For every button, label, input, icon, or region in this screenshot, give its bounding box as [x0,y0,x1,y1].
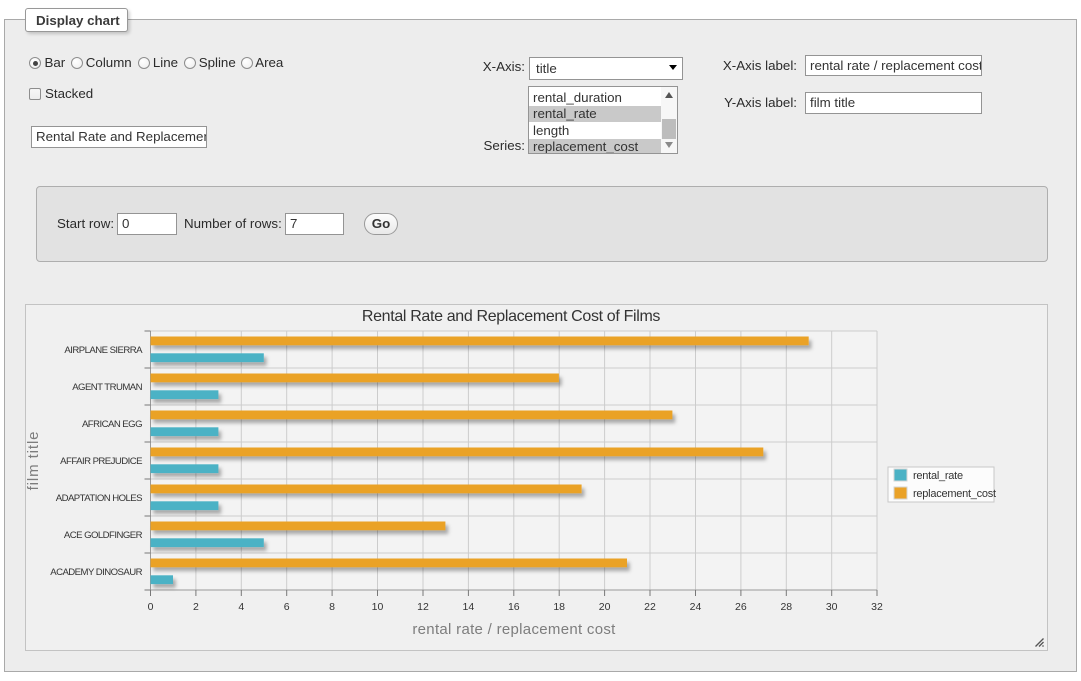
svg-text:8: 8 [329,601,335,613]
svg-text:28: 28 [780,601,792,613]
svg-text:10: 10 [372,601,384,613]
svg-text:16: 16 [508,601,520,613]
svg-text:AFRICAN EGG: AFRICAN EGG [82,419,142,430]
svg-text:18: 18 [553,601,565,613]
svg-text:AFFAIR PREJUDICE: AFFAIR PREJUDICE [60,456,142,467]
svg-text:30: 30 [826,601,838,613]
svg-text:rental_rate: rental_rate [913,470,963,482]
svg-text:ACE GOLDFINGER: ACE GOLDFINGER [64,530,143,541]
svg-text:26: 26 [735,601,747,613]
svg-text:film title: film title [25,431,42,491]
svg-text:22: 22 [644,601,656,613]
svg-text:6: 6 [284,601,290,613]
svg-text:AIRPLANE SIERRA: AIRPLANE SIERRA [64,345,143,356]
svg-text:AGENT TRUMAN: AGENT TRUMAN [72,382,142,393]
svg-text:ACADEMY DINOSAUR: ACADEMY DINOSAUR [50,567,142,578]
svg-text:rental rate / replacement cost: rental rate / replacement cost [412,621,616,638]
svg-text:20: 20 [599,601,611,613]
svg-text:replacement_cost: replacement_cost [913,488,996,500]
svg-text:12: 12 [417,601,429,613]
svg-text:0: 0 [148,601,154,613]
svg-text:Rental Rate and Replacement Co: Rental Rate and Replacement Cost of Film… [362,308,661,325]
svg-text:32: 32 [871,601,883,613]
svg-text:24: 24 [690,601,702,613]
svg-text:4: 4 [238,601,244,613]
svg-text:2: 2 [193,601,199,613]
svg-text:14: 14 [463,601,475,613]
svg-text:ADAPTATION HOLES: ADAPTATION HOLES [56,493,142,504]
